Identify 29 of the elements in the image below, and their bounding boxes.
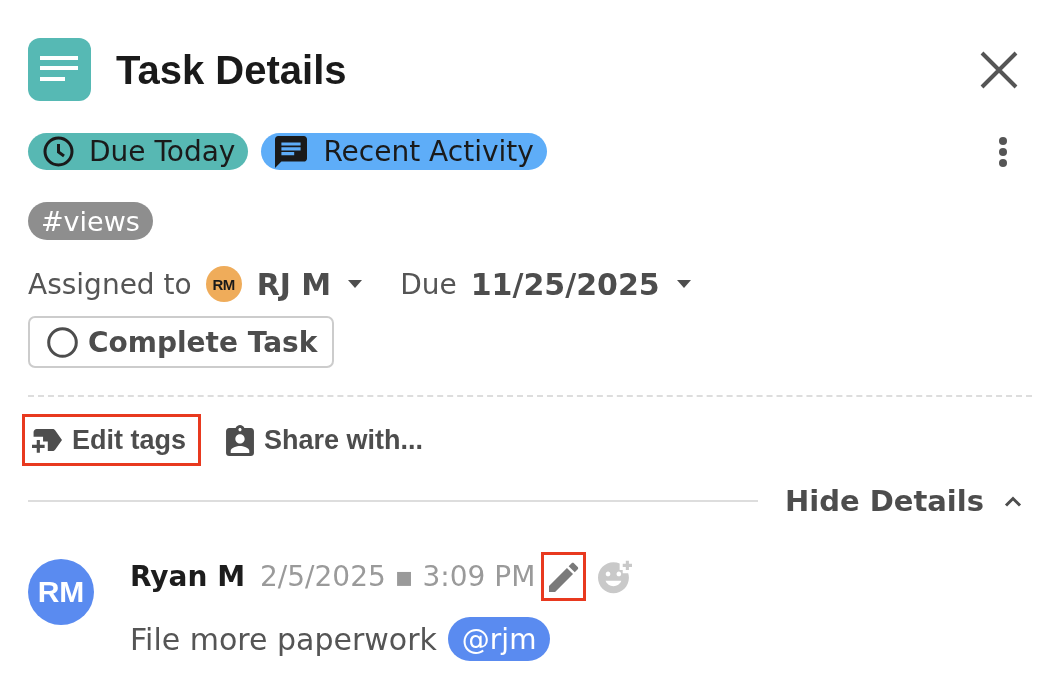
clipboard-person-icon <box>226 424 254 456</box>
comment-author: Ryan M <box>130 560 245 593</box>
more-icon <box>998 135 1008 168</box>
hide-details-button[interactable]: Hide Details <box>784 484 1022 518</box>
due-label: Due <box>400 267 457 301</box>
caret-down-icon <box>348 280 363 288</box>
pencil-icon <box>548 561 579 592</box>
badge-label: Recent Activity <box>323 135 534 168</box>
complete-task-button[interactable]: Complete Task <box>28 316 335 368</box>
chat-bubble-icon <box>275 135 308 168</box>
author-avatar: RM <box>28 559 94 625</box>
action-button[interactable]: Edit tags <box>22 414 201 466</box>
notes-icon <box>28 38 91 101</box>
action-button[interactable]: Share with... <box>216 414 439 466</box>
assigned-label: Assigned to <box>28 267 192 301</box>
close-icon <box>980 50 1018 89</box>
panel-title: Task Details <box>116 49 347 90</box>
clock-icon <box>43 136 74 167</box>
close-button[interactable] <box>980 50 1018 89</box>
edit-button[interactable] <box>541 552 587 601</box>
assignee-avatar: RM <box>205 266 242 302</box>
badge-label: Due Today <box>89 135 236 168</box>
comment-text: File more paperwork <box>130 621 437 657</box>
caret-down-icon <box>676 280 691 288</box>
due-date-dropdown[interactable]: 11/25/2025 <box>470 266 691 302</box>
assignee-dropdown[interactable]: RJ M <box>256 266 363 302</box>
tag-plus-icon <box>32 427 62 453</box>
more-button[interactable] <box>998 135 1008 168</box>
comment-timestamp: 2/5/2025 ▪ 3:09 PM <box>260 560 536 593</box>
